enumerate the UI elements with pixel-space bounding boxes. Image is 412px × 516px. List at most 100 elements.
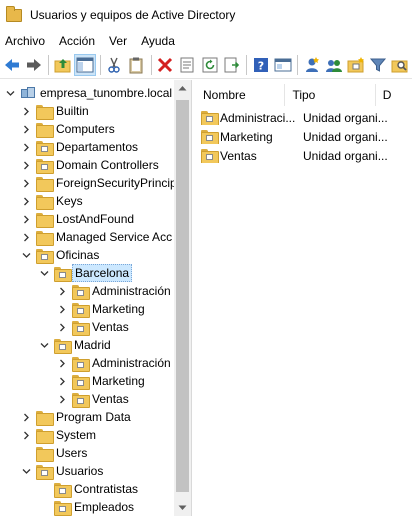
tree-item-contratistas[interactable]: Contratistas bbox=[38, 480, 140, 498]
ou-folder-icon bbox=[72, 374, 90, 390]
refresh-button[interactable] bbox=[199, 54, 220, 76]
tree-item-oficinas[interactable]: Oficinas bbox=[20, 246, 101, 264]
tree-item-label: Users bbox=[56, 446, 88, 460]
show-hide-tree-button[interactable] bbox=[74, 54, 96, 76]
tree-item-madrid-ventas[interactable]: Ventas bbox=[56, 390, 131, 408]
clipboard-icon bbox=[129, 57, 143, 74]
tree-item-barcelona[interactable]: Barcelona bbox=[38, 264, 133, 282]
cut-button[interactable] bbox=[103, 54, 124, 76]
tree-item-label: Marketing bbox=[92, 374, 145, 388]
chevron-down-icon[interactable] bbox=[20, 462, 32, 480]
list-item-type: Unidad organi... bbox=[303, 129, 388, 144]
toolbar-separator bbox=[48, 55, 50, 75]
chevron-right-icon[interactable] bbox=[20, 192, 32, 210]
filter-button[interactable] bbox=[368, 54, 389, 76]
console-button[interactable] bbox=[272, 54, 293, 76]
chevron-right-icon[interactable] bbox=[56, 354, 68, 372]
column-header-descripcion[interactable]: D bbox=[376, 84, 412, 106]
chevron-right-icon[interactable] bbox=[56, 390, 68, 408]
delete-button[interactable] bbox=[155, 54, 176, 76]
menu-ayuda[interactable]: Ayuda bbox=[134, 30, 182, 52]
forward-icon bbox=[26, 59, 41, 71]
tree-item-label: Usuarios bbox=[56, 464, 104, 478]
back-button[interactable] bbox=[1, 54, 22, 76]
list-item-name: Administraci... bbox=[220, 110, 296, 125]
tree-item-computers[interactable]: Computers bbox=[20, 120, 117, 138]
chevron-right-icon[interactable] bbox=[20, 102, 32, 120]
chevron-right-icon[interactable] bbox=[20, 426, 32, 444]
find-button[interactable] bbox=[390, 54, 411, 76]
chevron-right-icon[interactable] bbox=[56, 318, 68, 336]
tree-scrollbar[interactable] bbox=[174, 80, 191, 516]
chevron-right-icon[interactable] bbox=[56, 300, 68, 318]
tree-item-label: Builtin bbox=[56, 104, 89, 118]
toolbar-separator bbox=[99, 55, 101, 75]
new-group-button[interactable] bbox=[323, 54, 344, 76]
chevron-right-icon[interactable] bbox=[20, 120, 32, 138]
column-header-nombre[interactable]: Nombre bbox=[196, 84, 286, 106]
chevron-right-icon[interactable] bbox=[20, 408, 32, 426]
tree-item-program-data[interactable]: Program Data bbox=[20, 408, 133, 426]
tree-item-madrid[interactable]: Madrid bbox=[38, 336, 113, 354]
ou-folder-icon bbox=[36, 140, 54, 156]
tree-item-lost-and-found[interactable]: LostAndFound bbox=[20, 210, 136, 228]
ou-folder-icon bbox=[54, 482, 72, 498]
chevron-right-icon[interactable] bbox=[20, 138, 32, 156]
chevron-right-icon[interactable] bbox=[20, 174, 32, 192]
tree-item-usuarios[interactable]: Usuarios bbox=[20, 462, 105, 480]
tree-item-users[interactable]: Users bbox=[20, 444, 89, 462]
up-folder-button[interactable] bbox=[52, 54, 73, 76]
tree-item-label: System bbox=[56, 428, 97, 442]
tree-item-foreign-security-principals[interactable]: ForeignSecurityPrincip bbox=[20, 174, 179, 192]
toolbar-separator bbox=[297, 55, 299, 75]
chevron-down-icon[interactable] bbox=[38, 264, 50, 282]
list-item[interactable]: Marketing Unidad organi... bbox=[196, 127, 412, 146]
chevron-right-icon[interactable] bbox=[20, 210, 32, 228]
tree-root[interactable]: empresa_tunombre.local bbox=[4, 84, 174, 102]
tree-item-keys[interactable]: Keys bbox=[20, 192, 85, 210]
tree-item-label: Empleados bbox=[74, 500, 135, 514]
help-icon: ? bbox=[253, 58, 268, 73]
tree-item-barcelona-administracion[interactable]: Administración bbox=[56, 282, 173, 300]
tree-item-builtin[interactable]: Builtin bbox=[20, 102, 91, 120]
menu-archivo[interactable]: Archivo bbox=[0, 30, 52, 52]
chevron-right-icon[interactable] bbox=[20, 156, 32, 174]
chevron-down-icon[interactable] bbox=[20, 246, 32, 264]
export-list-icon bbox=[224, 57, 239, 73]
tree-item-system[interactable]: System bbox=[20, 426, 98, 444]
tree-item-departamentos[interactable]: Departamentos bbox=[20, 138, 140, 156]
folder-icon bbox=[36, 230, 54, 246]
tree-item-domain-controllers[interactable]: Domain Controllers bbox=[20, 156, 161, 174]
scroll-down-icon[interactable] bbox=[178, 505, 187, 511]
properties-button[interactable] bbox=[177, 54, 198, 76]
chevron-right-icon[interactable] bbox=[56, 282, 68, 300]
export-list-button[interactable] bbox=[221, 54, 242, 76]
tree-item-barcelona-marketing[interactable]: Marketing bbox=[56, 300, 147, 318]
tree-item-madrid-marketing[interactable]: Marketing bbox=[56, 372, 147, 390]
list-item[interactable]: Administraci... Unidad organi... bbox=[196, 108, 412, 127]
new-ou-button[interactable] bbox=[346, 54, 367, 76]
menu-ver[interactable]: Ver bbox=[102, 30, 134, 52]
window-title: Usuarios y equipos de Active Directory bbox=[30, 8, 236, 22]
column-header-tipo[interactable]: Tipo bbox=[285, 84, 376, 106]
filter-icon bbox=[370, 58, 387, 72]
list-item[interactable]: Ventas Unidad organi... bbox=[196, 146, 412, 165]
tree-item-managed-service-accounts[interactable]: Managed Service Acc bbox=[20, 228, 174, 246]
clipboard-button[interactable] bbox=[126, 54, 147, 76]
chevron-down-icon[interactable] bbox=[4, 84, 16, 102]
chevron-down-icon[interactable] bbox=[38, 336, 50, 354]
chevron-right-icon[interactable] bbox=[56, 372, 68, 390]
new-user-button[interactable] bbox=[301, 54, 322, 76]
cut-icon bbox=[108, 57, 120, 73]
forward-button[interactable] bbox=[23, 54, 44, 76]
chevron-right-icon[interactable] bbox=[20, 228, 32, 246]
scrollbar-thumb[interactable] bbox=[176, 100, 189, 492]
list-item-type: Unidad organi... bbox=[303, 148, 388, 163]
tree-item-barcelona-ventas[interactable]: Ventas bbox=[56, 318, 131, 336]
help-button[interactable]: ? bbox=[250, 54, 271, 76]
tree-item-madrid-administracion[interactable]: Administración bbox=[56, 354, 173, 372]
scroll-up-icon[interactable] bbox=[178, 85, 187, 91]
tree-item-empleados[interactable]: Empleados bbox=[38, 498, 136, 516]
menu-accion[interactable]: Acción bbox=[52, 30, 102, 52]
